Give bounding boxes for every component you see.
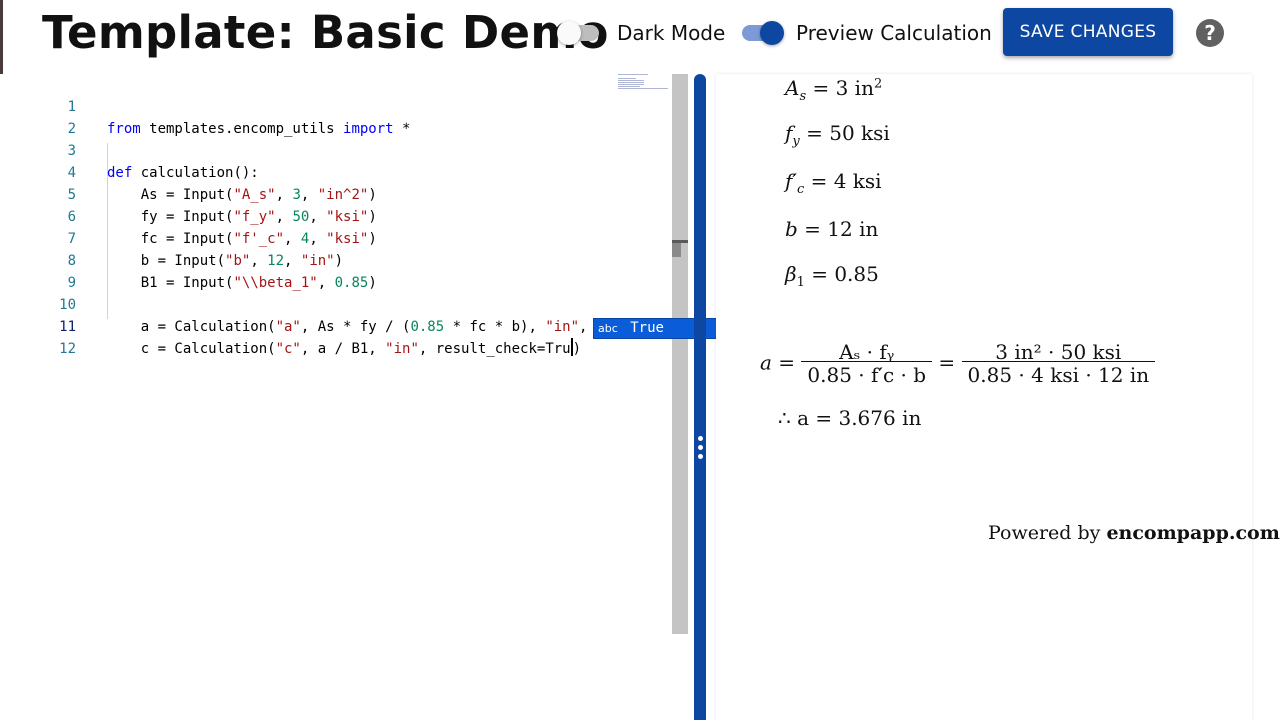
code-line[interactable]: 1 from templates.encomp_utils import * <box>0 74 614 137</box>
suggestion-label: True <box>630 320 664 336</box>
toggle-knob <box>557 21 581 45</box>
code-line[interactable]: 12 <box>0 316 614 357</box>
editor-scrollbar[interactable] <box>672 74 688 634</box>
code-line[interactable]: 3 def calculation(): <box>0 118 614 181</box>
code-line-active[interactable]: 11 c = Calculation("c", a / B1, "in", re… <box>0 294 614 357</box>
fraction-symbolic: Aₛ · fᵧ 0.85 · f′c · b <box>801 340 933 388</box>
input-b: b = 12 in <box>785 217 879 241</box>
code-line[interactable]: 8 B1 = Input("\\beta_1", 0.85) <box>0 228 614 291</box>
input-fc: f′c = 4 ksi <box>785 169 882 197</box>
minimap-preview <box>618 74 668 90</box>
line-number: 12 <box>59 341 76 357</box>
input-beta1: β1 = 0.85 <box>785 262 879 290</box>
calculation-result: ∴ a = 3.676 in <box>778 406 922 430</box>
code-line[interactable]: 5 fy = Input("f_y", 50, "ksi") <box>0 162 614 225</box>
calculation-a: a = Aₛ · fᵧ 0.85 · f′c · b = 3 in² · 50 … <box>760 340 1156 388</box>
code-line[interactable]: 6 fc = Input("f'_c", 4, "ksi") <box>0 184 614 247</box>
input-As: As = 3 in2 <box>785 76 883 104</box>
help-icon[interactable]: ? <box>1196 19 1224 47</box>
pane-splitter[interactable] <box>694 74 706 720</box>
drag-handle-icon[interactable] <box>696 436 704 462</box>
input-fy: fy = 50 ksi <box>785 121 890 149</box>
code-line[interactable]: 10 a = Calculation("a", As * fy / (0.85 … <box>0 272 614 335</box>
fraction-numeric: 3 in² · 50 ksi 0.85 · 4 ksi · 12 in <box>961 340 1156 388</box>
editor-minimap[interactable] <box>614 74 672 634</box>
code-line[interactable]: 2 <box>0 96 614 137</box>
dark-mode-toggle[interactable] <box>557 21 603 45</box>
code-text[interactable]: c = Calculation("c", a / B1, "in", resul… <box>107 338 581 360</box>
preview-calculation-label: Preview Calculation <box>796 21 992 45</box>
scrollbar-thumb[interactable] <box>672 243 681 257</box>
toggle-knob <box>760 21 784 45</box>
code-editor[interactable]: 1 from templates.encomp_utils import * 2… <box>0 74 688 720</box>
text-suggestion-icon: abc <box>598 322 618 335</box>
preview-calculation-toggle[interactable] <box>740 21 786 45</box>
powered-by: Powered by encompapp.com <box>988 522 1280 544</box>
code-line[interactable]: 7 b = Input("b", 12, "in") <box>0 206 614 269</box>
code-line[interactable]: 9 <box>0 250 614 291</box>
code-line[interactable]: 4 As = Input("A_s", 3, "in^2") <box>0 140 614 203</box>
brand-link[interactable]: encompapp.com <box>1106 522 1279 544</box>
dark-mode-label: Dark Mode <box>617 21 726 45</box>
page-title: Template: Basic Demo <box>42 6 609 59</box>
save-changes-button[interactable]: SAVE CHANGES <box>1003 8 1173 56</box>
